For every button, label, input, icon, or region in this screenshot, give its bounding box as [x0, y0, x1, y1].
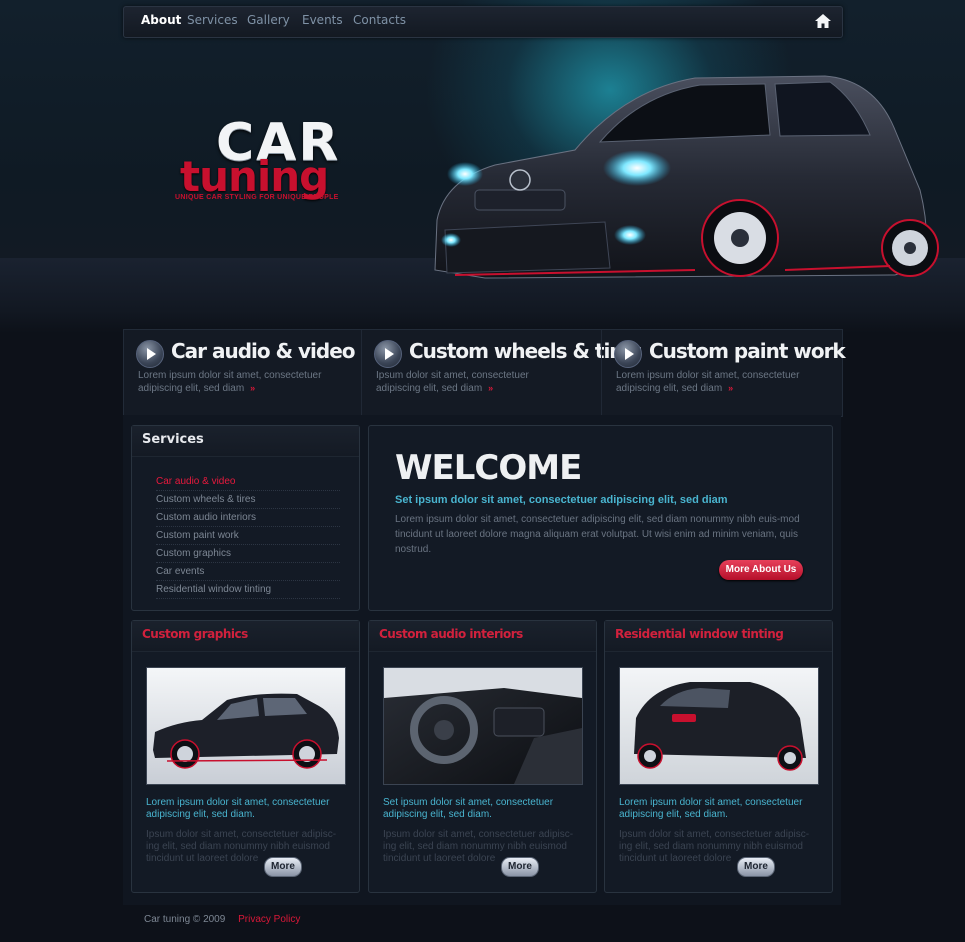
feature-text: Ipsum dolor sit amet, consectetuer adipi… — [376, 370, 529, 394]
card-title: Custom graphics — [142, 627, 248, 641]
double-arrow-icon[interactable]: » — [250, 383, 255, 393]
card-title: Residential window tinting — [615, 627, 784, 641]
welcome-panel: WELCOME Set ipsum dolor sit amet, consec… — [368, 425, 833, 611]
services-panel: Services Car audio & video Custom wheels… — [131, 425, 360, 611]
services-item[interactable]: Custom wheels & tires — [156, 492, 340, 509]
services-header: Services — [132, 426, 359, 457]
card-title: Custom audio interiors — [379, 627, 523, 641]
nav-contacts[interactable]: Contacts — [353, 13, 406, 27]
features-bar: Car audio & video Lorem ipsum dolor sit … — [123, 329, 846, 417]
card-highlight: Set ipsum dolor sit amet, consectetuer a… — [383, 797, 554, 820]
footer-copyright: Car tuning © 2009 — [144, 914, 226, 925]
more-button[interactable]: More — [501, 857, 539, 877]
feature-text: Lorem ipsum dolor sit amet, consectetuer… — [138, 370, 322, 394]
card-image-interior[interactable] — [383, 667, 583, 785]
nav-about[interactable]: About — [141, 13, 181, 27]
hero-car-image — [434, 75, 939, 279]
services-item[interactable]: Car events — [156, 564, 340, 581]
card-custom-graphics: Custom graphics Lorem ipsum dolor sit am… — [131, 620, 360, 893]
play-icon[interactable] — [614, 340, 642, 368]
double-arrow-icon[interactable]: » — [728, 383, 733, 393]
logo-word-tuning: tuning — [180, 152, 329, 201]
nav-services[interactable]: Services — [187, 13, 238, 27]
card-header: Residential window tinting — [605, 621, 832, 652]
privacy-policy-link[interactable]: Privacy Policy — [238, 914, 300, 925]
services-item[interactable]: Custom paint work — [156, 528, 340, 545]
more-button[interactable]: More — [264, 857, 302, 877]
services-list: Car audio & video Custom wheels & tires … — [156, 474, 340, 600]
card-image-rear-car[interactable] — [619, 667, 819, 785]
services-item[interactable]: Residential window tinting — [156, 582, 340, 599]
card-body: Ipsum dolor sit amet, consectetuer adipi… — [619, 829, 810, 864]
card-residential-window-tinting: Residential window tinting Lorem ipsum d… — [604, 620, 833, 893]
feature-paint-work[interactable]: Custom paint work Lorem ipsum dolor sit … — [601, 330, 846, 416]
more-about-us-button[interactable]: More About Us — [719, 560, 803, 580]
services-item[interactable]: Custom graphics — [156, 546, 340, 563]
site-logo[interactable]: CAR tuning UNIQUE CAR STYLING FOR UNIQUE… — [170, 117, 400, 212]
home-icon[interactable] — [814, 13, 832, 29]
top-navigation: About Services Gallery Events Contacts — [123, 6, 843, 38]
play-icon[interactable] — [374, 340, 402, 368]
card-custom-audio-interiors: Custom audio interiors Set ipsum dolor s… — [368, 620, 597, 893]
services-item[interactable]: Custom audio interiors — [156, 510, 340, 527]
services-title: Services — [142, 432, 204, 447]
feature-title: Custom paint work — [649, 339, 846, 363]
logo-slogan: UNIQUE CAR STYLING FOR UNIQUE PEOPLE — [175, 194, 339, 201]
card-body: Ipsum dolor sit amet, consectetuer adipi… — [146, 829, 337, 864]
nav-events[interactable]: Events — [302, 13, 343, 27]
welcome-title: WELCOME — [395, 448, 582, 488]
feature-text: Lorem ipsum dolor sit amet, consectetuer… — [616, 370, 800, 394]
services-item[interactable]: Car audio & video — [156, 474, 340, 491]
welcome-body: Lorem ipsum dolor sit amet, consectetuer… — [395, 514, 800, 555]
card-header: Custom audio interiors — [369, 621, 596, 652]
more-button[interactable]: More — [737, 857, 775, 877]
feature-title: Car audio & video — [171, 339, 356, 363]
card-highlight: Lorem ipsum dolor sit amet, consectetuer… — [619, 797, 803, 820]
footer: Car tuning © 2009 Privacy Policy — [144, 914, 300, 925]
card-header: Custom graphics — [132, 621, 359, 652]
main-content: Services Car audio & video Custom wheels… — [123, 415, 841, 905]
card-highlight: Lorem ipsum dolor sit amet, consectetuer… — [146, 797, 330, 820]
welcome-subtitle: Set ipsum dolor sit amet, consectetuer a… — [395, 494, 728, 506]
play-icon[interactable] — [136, 340, 164, 368]
double-arrow-icon[interactable]: » — [488, 383, 493, 393]
nav-gallery[interactable]: Gallery — [247, 13, 290, 27]
feature-car-audio[interactable]: Car audio & video Lorem ipsum dolor sit … — [124, 330, 361, 416]
card-body: Ipsum dolor sit amet, consectetuer adipi… — [383, 829, 574, 864]
card-image-side-car[interactable] — [146, 667, 346, 785]
feature-wheels-tires[interactable]: Custom wheels & tires Ipsum dolor sit am… — [361, 330, 643, 416]
